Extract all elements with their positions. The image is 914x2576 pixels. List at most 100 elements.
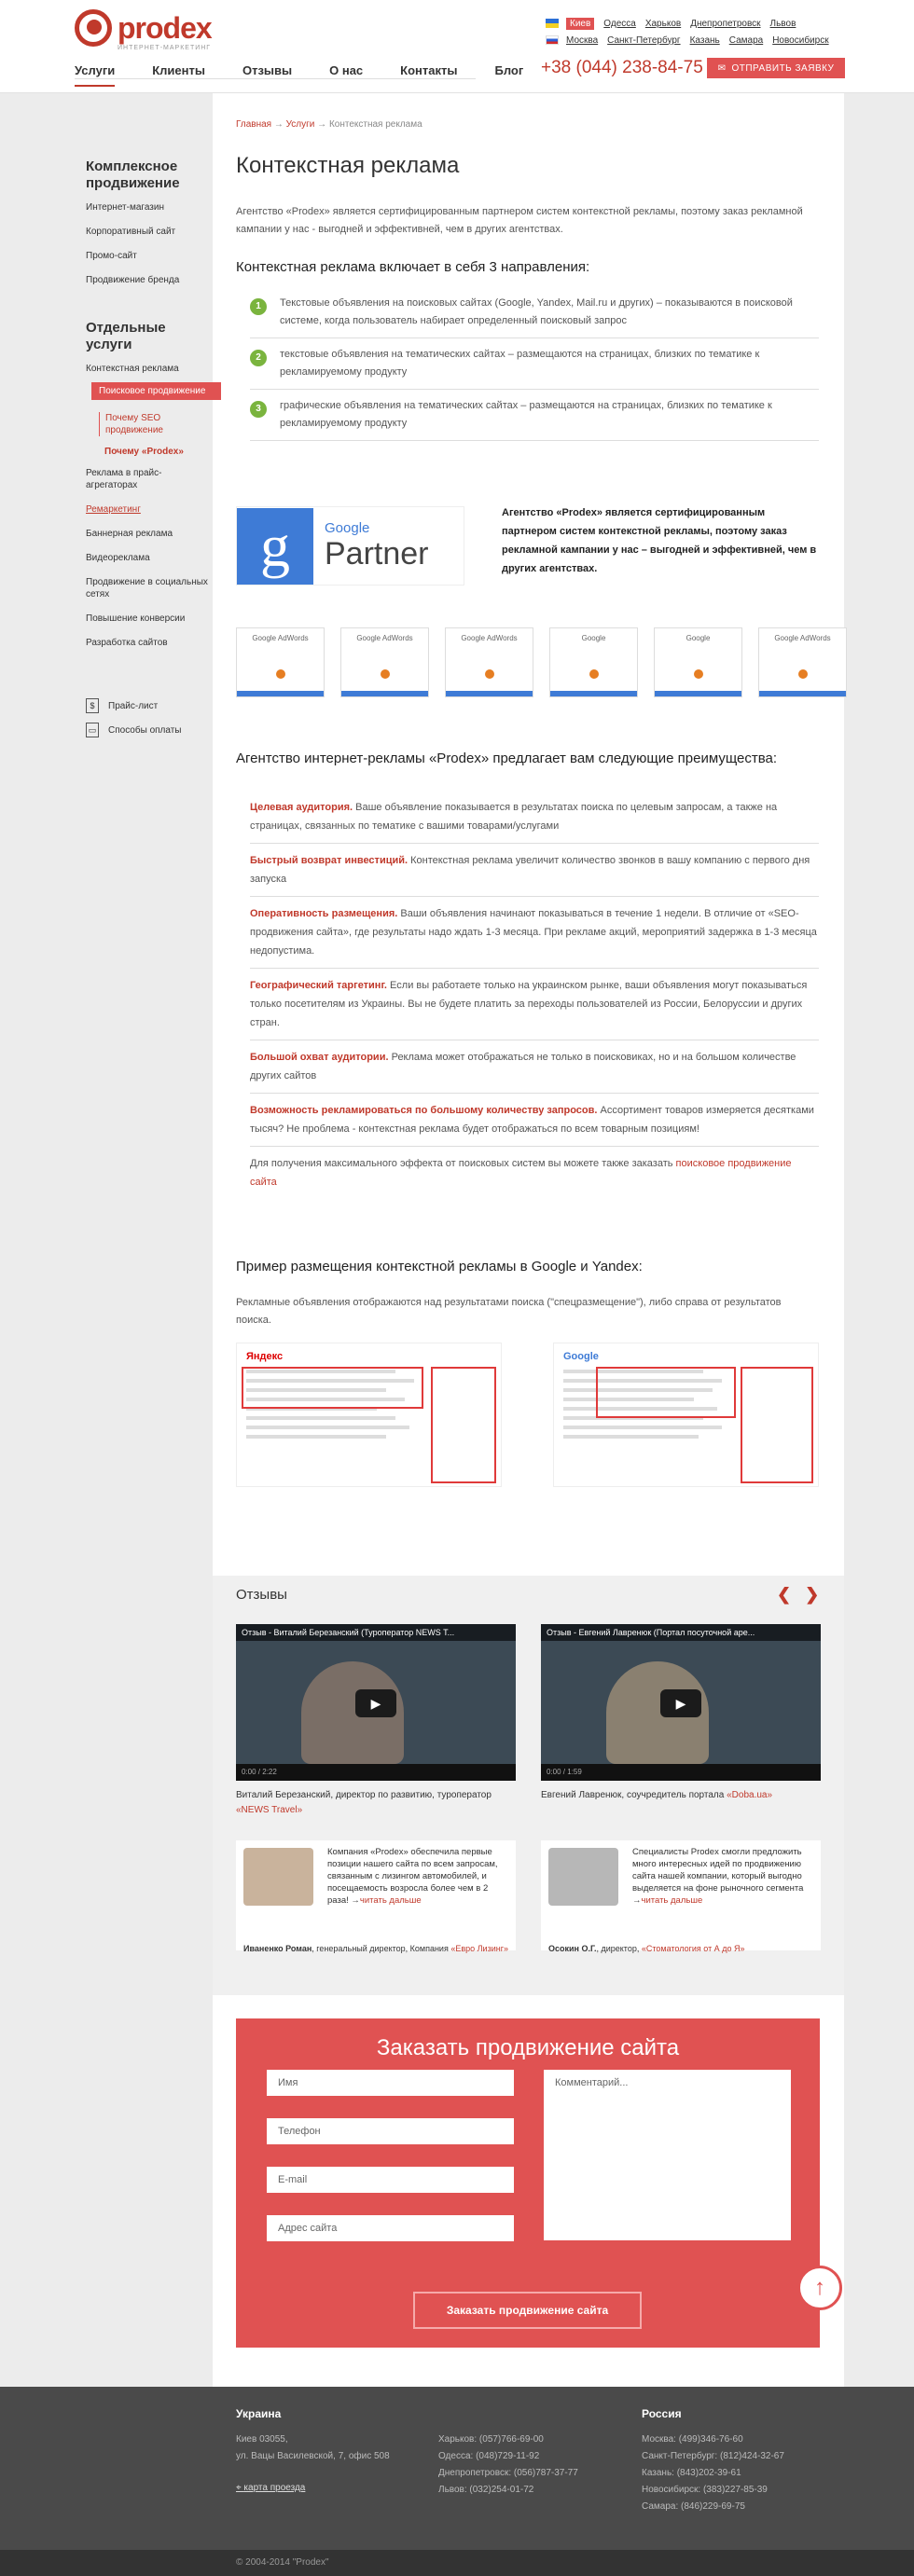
- read-more-link[interactable]: читать дальше: [642, 1895, 703, 1906]
- video-title[interactable]: Отзыв - Виталий Березанский (Туроператор…: [236, 1624, 516, 1641]
- certificate[interactable]: Google AdWords: [445, 627, 533, 697]
- sidebar-item[interactable]: Корпоративный сайт: [86, 226, 212, 238]
- city-moscow[interactable]: Москва: [566, 35, 598, 46]
- phone-line: Львов: (032)254-01-72: [438, 2485, 534, 2495]
- email-input[interactable]: E-mail: [267, 2167, 514, 2193]
- city-selector: Киев Одесса Харьков Днепропетровск Львов…: [546, 15, 838, 48]
- sidebar-item-active[interactable]: Поисковое продвижение: [91, 382, 221, 400]
- city-samara[interactable]: Самара: [729, 35, 763, 46]
- city-kazan[interactable]: Казань: [690, 35, 720, 46]
- nav-clients[interactable]: Клиенты: [152, 56, 205, 87]
- certificate[interactable]: Google AdWords: [340, 627, 429, 697]
- video-title[interactable]: Отзыв - Евгений Лавренюк (Портал посуточ…: [541, 1624, 821, 1641]
- sidebar-item[interactable]: Промо-сайт: [86, 250, 212, 262]
- reviews-nav: ❮ ❯: [777, 1585, 819, 1605]
- company-link[interactable]: «Стоматология от А до Я»: [642, 1944, 745, 1953]
- seal-icon: [381, 669, 390, 679]
- advantage-title: Географический таргетинг.: [250, 980, 387, 991]
- certificate[interactable]: Google AdWords: [236, 627, 325, 697]
- sidebar-heading-complex[interactable]: Комплексное продвижение: [86, 158, 212, 192]
- nav-services[interactable]: Услуги: [75, 56, 116, 87]
- chevron-right-icon[interactable]: ❯: [805, 1585, 819, 1604]
- video-controls[interactable]: 0:00 / 2:22: [236, 1764, 516, 1781]
- sidebar-item[interactable]: Интернет-магазин: [86, 201, 212, 214]
- caption-text: Евгений Лавренюк, соучредитель портала: [541, 1790, 725, 1800]
- sidebar-item-remarketing[interactable]: Ремаркетинг: [86, 503, 212, 516]
- sidebar-item[interactable]: Повышение конверсии: [86, 613, 212, 625]
- name-input[interactable]: Имя: [267, 2070, 514, 2096]
- comment-textarea[interactable]: Комментарий...: [544, 2070, 791, 2240]
- certificate[interactable]: Google AdWords: [758, 627, 847, 697]
- sidebar-item-context[interactable]: Контекстная реклама: [86, 363, 212, 375]
- send-request-button[interactable]: ✉ ОТПРАВИТЬ ЗАЯВКУ: [707, 58, 845, 78]
- company-link[interactable]: «Doba.ua»: [727, 1790, 772, 1800]
- russia-flag-icon: [546, 35, 559, 45]
- video-controls[interactable]: 0:00 / 1:59: [541, 1764, 821, 1781]
- city-kharkov[interactable]: Харьков: [645, 19, 681, 29]
- example-text: Рекламные объявления отображаются над ре…: [236, 1297, 782, 1326]
- city-lvov[interactable]: Львов: [770, 19, 796, 29]
- city-dnepr[interactable]: Днепропетровск: [690, 19, 760, 29]
- company-link[interactable]: «NEWS Travel»: [236, 1805, 302, 1815]
- phone-line: Казань: (843)202-39-61: [642, 2468, 741, 2478]
- avatar: [548, 1848, 618, 1906]
- phone-line: Харьков: (057)766-69-00: [438, 2434, 544, 2445]
- video-player[interactable]: Отзыв - Евгений Лавренюк (Портал посуточ…: [541, 1624, 821, 1781]
- nav-reviews[interactable]: Отзывы: [242, 56, 292, 87]
- payment-methods-link[interactable]: ▭ Способы оплаты: [86, 723, 212, 737]
- city-spb[interactable]: Санкт-Петербург: [607, 35, 680, 46]
- directions-list: 1 Текстовые объявления на поисковых сайта…: [250, 287, 819, 441]
- advantage-item: Большой охват аудитории. Реклама может о…: [250, 1040, 819, 1094]
- phone-input[interactable]: Телефон: [267, 2118, 514, 2144]
- city-novosibirsk[interactable]: Новосибирск: [772, 35, 828, 46]
- send-request-label: ОТПРАВИТЬ ЗАЯВКУ: [731, 62, 835, 74]
- video-time: 0:00 / 1:59: [547, 1768, 582, 1776]
- reviews-section: Отзывы ❮ ❯ Отзыв - Виталий Березанский (…: [213, 1576, 844, 1995]
- video-player[interactable]: Отзыв - Виталий Березанский (Туроператор…: [236, 1624, 516, 1781]
- sidebar-subitem[interactable]: Почему «Prodex»: [99, 446, 212, 458]
- ad-highlight: [596, 1367, 736, 1418]
- sidebar-item[interactable]: Продвижение бренда: [86, 274, 212, 286]
- sidebar-item[interactable]: Видеореклама: [86, 552, 212, 564]
- header: prodex ИНТЕРНЕТ-МАРКЕТИНГ Услуги Клиенты…: [0, 0, 914, 93]
- video-caption: Евгений Лавренюк, соучредитель портала «…: [541, 1788, 821, 1803]
- city-kiev[interactable]: Киев: [566, 17, 595, 30]
- chevron-left-icon[interactable]: ❮: [777, 1585, 791, 1604]
- seal-icon: [276, 669, 285, 679]
- site-address-input[interactable]: Адрес сайта: [267, 2215, 514, 2241]
- scroll-up-icon[interactable]: ↑: [797, 2266, 842, 2310]
- nav-about[interactable]: О нас: [329, 56, 363, 87]
- logo-tagline: ИНТЕРНЕТ-МАРКЕТИНГ: [118, 45, 212, 51]
- price-list-link[interactable]: $ Прайс-лист: [86, 698, 212, 713]
- read-more-link[interactable]: читать дальше: [360, 1895, 422, 1906]
- nav-contacts[interactable]: Контакты: [400, 56, 457, 87]
- author-role: , директор,: [596, 1944, 640, 1953]
- certificate[interactable]: Google: [549, 627, 638, 697]
- crumb-home[interactable]: Главная: [236, 119, 271, 130]
- price-list-label: Прайс-лист: [108, 700, 159, 711]
- yandex-logo: Яндекс: [246, 1351, 284, 1362]
- certificate[interactable]: Google: [654, 627, 742, 697]
- logo[interactable]: prodex ИНТЕРНЕТ-МАРКЕТИНГ: [75, 9, 213, 51]
- city-odessa[interactable]: Одесса: [603, 19, 636, 29]
- copyright: © 2004-2014 "Prodex": [0, 2550, 914, 2576]
- google-partner-badge: g Google Partner: [236, 506, 464, 585]
- ad-highlight: [741, 1367, 813, 1483]
- company-link[interactable]: «Евро Лизинг»: [450, 1944, 508, 1953]
- sidebar-subitem[interactable]: Почему SEO продвижение: [99, 412, 212, 436]
- play-icon[interactable]: ▶: [660, 1689, 701, 1717]
- partner-word: Partner: [325, 535, 429, 572]
- play-icon[interactable]: ▶: [355, 1689, 396, 1717]
- sidebar-item[interactable]: Баннерная реклама: [86, 528, 212, 540]
- cert-label: Google AdWords: [461, 634, 518, 642]
- payment-methods-label: Способы оплаты: [108, 724, 182, 736]
- sidebar-heading-separate[interactable]: Отдельные услуги: [86, 320, 212, 353]
- sidebar-item[interactable]: Продвижение в социальных сетях: [86, 576, 212, 600]
- nav-blog[interactable]: Блог: [494, 56, 523, 87]
- submit-button[interactable]: Заказать продвижение сайта: [413, 2292, 642, 2329]
- sidebar-item[interactable]: Реклама в прайс-агрегаторах: [86, 467, 212, 491]
- crumb-services[interactable]: Услуги: [286, 119, 315, 130]
- sidebar-item[interactable]: Разработка сайтов: [86, 637, 212, 649]
- header-phone: +38 (044) 238-84-75: [541, 58, 703, 77]
- map-link[interactable]: ⌖ карта проезда: [236, 2480, 305, 2497]
